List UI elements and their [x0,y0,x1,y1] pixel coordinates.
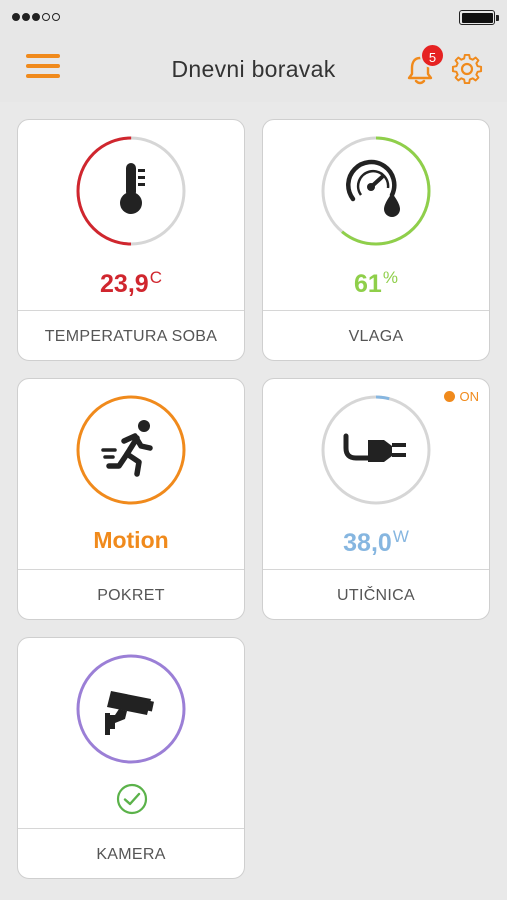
status-dot [443,391,455,402]
app-header: Dnevni boravak 5 [0,34,507,102]
humidity-value: 61% [354,268,398,298]
card-label: TEMPERATURA SOBA [44,328,218,345]
temperature-ring [76,136,186,246]
card-uticnica[interactable]: ON 38,0W UTIČNICA [262,378,490,620]
card-divider [263,310,489,311]
check-circle-icon [116,783,148,815]
card-kamera[interactable]: KAMERA [17,637,245,879]
card-label: VLAGA [348,328,404,345]
power-value: 38,0W [343,527,409,557]
signal-strength-icon [12,13,60,21]
card-divider [263,569,489,570]
gear-icon [451,53,483,85]
humidity-ring [321,136,431,246]
card-divider [18,569,244,570]
card-divider [18,310,244,311]
card-pokret[interactable]: Motion POKRET [17,378,245,620]
motion-status: Motion [93,527,169,553]
status-bar [0,0,507,34]
battery-icon [459,10,499,25]
notification-badge: 5 [420,43,445,68]
card-label: KAMERA [96,846,166,863]
thermometer-icon [120,163,145,214]
power-plug-icon [343,433,406,462]
card-divider [18,828,244,829]
settings-button[interactable] [450,52,484,86]
card-temperatura-soba[interactable]: 23,9C TEMPERATURA SOBA [17,119,245,361]
temperature-value: 23,9C [100,268,162,298]
on-status-indicator: ON [443,389,480,404]
security-camera-icon [105,691,154,735]
camera-ring [76,654,186,764]
on-status-text: ON [459,389,480,404]
card-label: POKRET [97,587,165,604]
running-person-icon [101,420,153,477]
power-ring [321,395,431,505]
card-label: UTIČNICA [337,587,415,604]
humidity-gauge-icon [346,159,400,217]
motion-ring [76,395,186,505]
card-vlaga[interactable]: 61% VLAGA [262,119,490,361]
